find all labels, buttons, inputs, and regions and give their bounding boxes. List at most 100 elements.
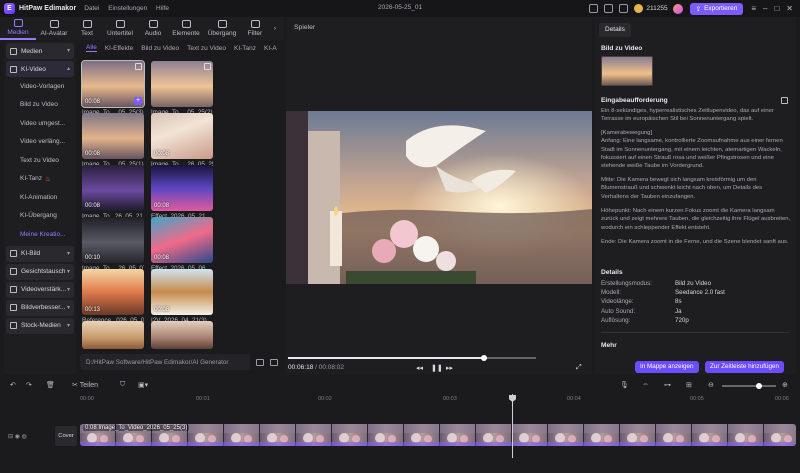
source-image-thumbnail[interactable]: [601, 56, 653, 86]
crop-icon[interactable]: ▣▾: [138, 381, 148, 389]
copy-icon[interactable]: [781, 97, 788, 104]
sidebar-item-video-extend[interactable]: Video verläng...: [4, 133, 76, 152]
close-icon[interactable]: ✕: [786, 4, 793, 13]
select-checkbox-icon[interactable]: [135, 63, 142, 70]
media-thumbnail[interactable]: 00:08: [82, 165, 144, 211]
sidebar-group-ki-video[interactable]: KI-Video ▴: [6, 61, 74, 77]
sidebar-group-face-swap[interactable]: Gesichtstausch ▾: [6, 263, 74, 280]
mute-icon[interactable]: ◍: [22, 434, 27, 440]
thumbnail-duration: 00:13: [85, 307, 101, 313]
undo-icon[interactable]: ↶: [10, 381, 16, 389]
tool-audio[interactable]: Audio: [138, 17, 168, 40]
shield-icon[interactable]: ⛉: [120, 381, 125, 389]
split-button[interactable]: ✂ Teilen: [72, 381, 98, 389]
playback-scrubber[interactable]: [288, 355, 536, 361]
support-icon[interactable]: [619, 4, 629, 13]
sidebar-item-text-to-video[interactable]: Text zu Video: [4, 151, 76, 170]
media-thumbnail[interactable]: [151, 61, 213, 107]
add-to-timeline-button[interactable]: Zur Zeitleiste hinzufügen: [705, 361, 784, 373]
video-clip[interactable]: 0:08 Image_To_Video_2026_05_25(3): [80, 424, 796, 446]
media-thumbnail[interactable]: [151, 321, 213, 349]
tab-text-to-video[interactable]: Text zu Video: [187, 45, 226, 52]
media-thumbnail[interactable]: 00:08: [82, 113, 144, 159]
split-label: Teilen: [79, 382, 98, 389]
sidebar-group-media[interactable]: Medien ▾: [6, 43, 74, 59]
sidebar-item-ai-animation[interactable]: KI-Animation: [4, 188, 76, 207]
tool-elements[interactable]: Elemente: [168, 17, 204, 40]
pause-icon[interactable]: ❚❚: [431, 364, 443, 372]
minimize-icon[interactable]: –: [763, 4, 767, 13]
cover-button[interactable]: Cover: [55, 426, 77, 446]
sidebar-item-ai-dance[interactable]: KI-Tanz ♨: [4, 170, 76, 189]
select-checkbox-icon[interactable]: [204, 63, 211, 70]
sidebar-item-ai-transition[interactable]: KI-Übergang: [4, 207, 76, 226]
screen-icon[interactable]: [589, 4, 599, 13]
media-thumbnail[interactable]: 00:08: [151, 217, 213, 263]
detail-key: Modell:: [601, 289, 621, 296]
sidebar-item-image-to-video[interactable]: Bild zu Video: [4, 96, 76, 115]
link-icon[interactable]: ⇔: [642, 381, 649, 388]
tab-ai-animation[interactable]: KI-A: [264, 45, 277, 52]
menu-file[interactable]: Datei: [84, 5, 99, 12]
zoom-slider[interactable]: [722, 383, 776, 389]
menu-icon[interactable]: ≡: [751, 4, 756, 13]
media-thumbnail[interactable]: 00:08: [151, 113, 213, 159]
video-preview[interactable]: [286, 111, 592, 284]
tool-subtitles[interactable]: Untertitel: [102, 17, 138, 40]
timeline-ruler[interactable]: 00:00 00:01 00:02 00:03 00:04 00:05 00:0…: [0, 394, 800, 407]
export-button[interactable]: ⇪ Exportieren: [689, 2, 744, 15]
zoom-slider-handle[interactable]: [756, 383, 762, 389]
folder-open-icon[interactable]: [256, 359, 264, 366]
mail-icon[interactable]: [604, 4, 614, 13]
track-controls[interactable]: ⊟ ◉ ◍: [8, 433, 27, 440]
transition-icon: [217, 20, 227, 28]
sidebar-group-stock-media[interactable]: Stock-Medien ▾: [6, 317, 74, 334]
tab-image-to-video[interactable]: Bild zu Video: [141, 45, 179, 52]
sidebar-item-my-creations[interactable]: Meine Kreatio...: [4, 225, 76, 244]
fullscreen-icon[interactable]: ⤢: [576, 364, 582, 372]
next-frame-icon[interactable]: ▸▸: [446, 364, 453, 372]
zoom-in-icon[interactable]: ⊕: [782, 381, 788, 389]
snap-icon[interactable]: ⊶: [664, 381, 671, 389]
sidebar-item-video-templates[interactable]: Video-Vorlagen: [4, 77, 76, 96]
lock-icon[interactable]: ⊟: [8, 434, 13, 440]
prev-frame-icon[interactable]: ◂◂: [416, 364, 423, 372]
tab-all[interactable]: Alle: [86, 44, 97, 52]
tool-transition[interactable]: Übergang: [204, 17, 240, 40]
show-in-folder-button[interactable]: In Mappe anzeigen: [635, 361, 699, 373]
sidebar-group-ki-bild[interactable]: KI-Bild ▾: [6, 245, 74, 262]
maximize-icon[interactable]: □: [774, 4, 779, 13]
menu-help[interactable]: Hilfe: [156, 5, 169, 12]
tab-ai-effects[interactable]: KI-Effekte: [105, 45, 133, 52]
media-thumbnail[interactable]: 00:08: [151, 165, 213, 211]
visibility-icon[interactable]: ◉: [15, 434, 20, 440]
user-avatar[interactable]: [672, 3, 683, 14]
menu-settings[interactable]: Einstellungen: [108, 5, 147, 12]
menu-bar: Datei Einstellungen Hilfe: [84, 5, 176, 12]
toolbar-more-icon[interactable]: ›: [270, 17, 280, 40]
media-thumbnail[interactable]: 00:13: [82, 269, 144, 315]
fit-icon[interactable]: ⊞: [686, 381, 692, 389]
media-thumbnail[interactable]: [82, 321, 144, 349]
tool-ai-avatar[interactable]: AI-Avatar: [36, 17, 72, 40]
microphone-icon[interactable]: 🎙: [620, 381, 629, 389]
detail-value: Seedance 2.0 fast: [675, 289, 725, 296]
scrubber-handle[interactable]: [480, 355, 487, 361]
delete-icon[interactable]: 🗑: [46, 381, 55, 389]
sidebar-group-image-enhancer[interactable]: Bildverbesser... ▾: [6, 299, 74, 316]
media-thumbnail[interactable]: 00:10: [82, 217, 144, 263]
edit-icon[interactable]: [270, 359, 278, 366]
sidebar-group-video-enhancer[interactable]: Videoverstärk... ▾: [6, 281, 74, 298]
tool-filter[interactable]: Filter: [240, 17, 270, 40]
add-to-timeline-icon[interactable]: +: [134, 97, 142, 105]
tab-details[interactable]: Details: [599, 23, 631, 37]
media-thumbnail[interactable]: 00:08 +: [81, 60, 145, 108]
tab-ai-dance[interactable]: KI-Tanz: [234, 45, 256, 52]
sidebar-item-video-restyle[interactable]: Video umgest...: [4, 114, 76, 133]
zoom-out-icon[interactable]: ⊖: [708, 381, 714, 389]
output-path: D:/HitPaw Software/HitPaw Edimakor/AI Ge…: [80, 354, 250, 370]
redo-icon[interactable]: ↷: [26, 381, 32, 389]
media-thumbnail[interactable]: 00:08: [151, 269, 213, 315]
tool-text[interactable]: Text: [72, 17, 102, 40]
tool-media[interactable]: Medien: [0, 17, 36, 40]
